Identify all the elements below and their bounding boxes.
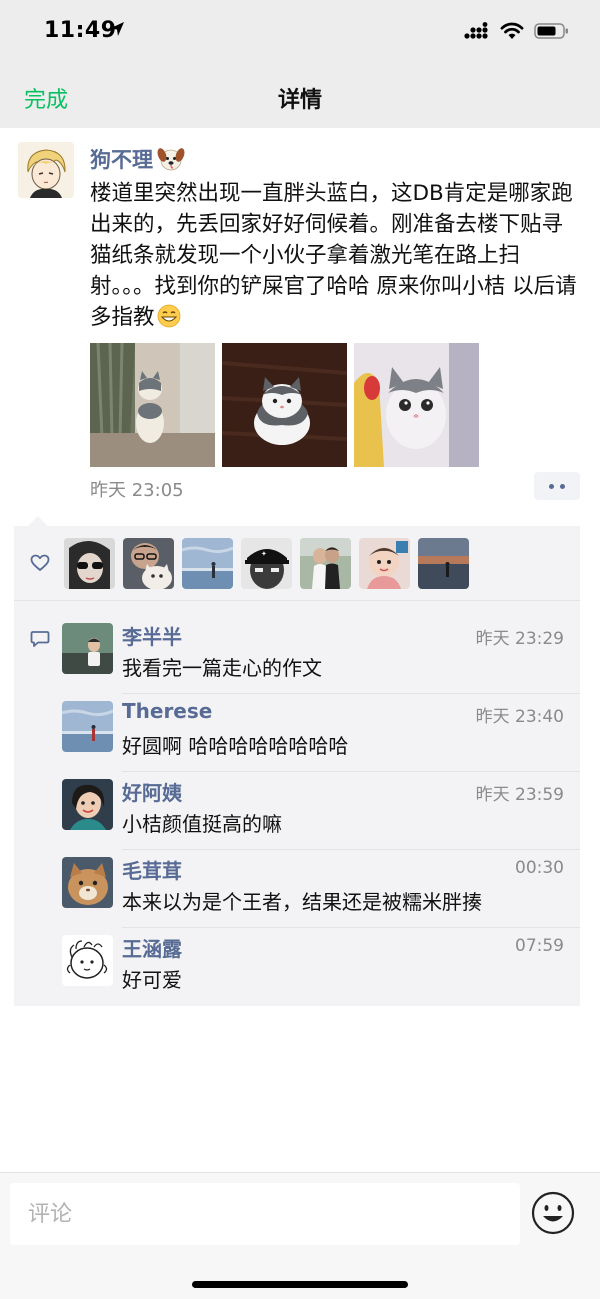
comment-text: 好可爱 bbox=[122, 968, 182, 992]
author-name-row[interactable]: 狗不理 bbox=[90, 144, 185, 174]
post-time: 昨天 23:05 bbox=[90, 480, 184, 501]
couple-wedding-avatar[interactable] bbox=[300, 538, 351, 589]
status-time: 11:49 bbox=[44, 18, 117, 43]
comment-time: 07:59 bbox=[515, 936, 564, 956]
heart-icon bbox=[30, 554, 50, 571]
comment-text: 本来以为是个王者，结果还是被糯米胖揍 bbox=[122, 890, 482, 914]
comment-time: 昨天 23:40 bbox=[475, 707, 564, 727]
commenter-avatar[interactable] bbox=[62, 935, 113, 986]
page-title: 详情 bbox=[277, 88, 322, 113]
cat-on-wood-floor-photo[interactable] bbox=[222, 343, 347, 467]
status-bar: 11:49 bbox=[0, 0, 600, 66]
comment-text: 我看完一篇走心的作文 bbox=[122, 656, 322, 680]
dot-icon bbox=[549, 483, 554, 489]
commenter-avatar[interactable] bbox=[62, 857, 113, 908]
nav-bar: 完成 详情 bbox=[0, 66, 600, 128]
comment-item[interactable]: 好阿姨 昨天 23:59 小桔颜值挺高的嘛 bbox=[62, 772, 580, 850]
cat-by-curtain-photo[interactable] bbox=[90, 343, 215, 467]
battery-icon bbox=[534, 23, 568, 39]
panel-arrow bbox=[28, 516, 48, 526]
likes-row: ✦ bbox=[14, 526, 580, 600]
commenter-avatar[interactable] bbox=[62, 779, 113, 830]
commenter-name[interactable]: 王涵露 bbox=[122, 933, 182, 962]
emoji-button-icon[interactable] bbox=[531, 1191, 575, 1235]
home-indicator bbox=[192, 1281, 408, 1288]
wifi-icon bbox=[500, 22, 524, 39]
likes-divider bbox=[14, 600, 580, 601]
dog-face-emoji-icon bbox=[157, 148, 185, 171]
comment-text: 好圆啊 哈哈哈哈哈哈哈哈 bbox=[122, 734, 349, 758]
beach-blue-avatar[interactable] bbox=[182, 538, 233, 589]
author-name[interactable]: 狗不理 bbox=[90, 144, 153, 174]
comment-input-bar bbox=[0, 1172, 600, 1299]
commenter-name[interactable]: 李半半 bbox=[122, 621, 182, 650]
comment-item[interactable]: 李半半 昨天 23:29 我看完一篇走心的作文 bbox=[62, 616, 580, 694]
comment-item[interactable]: Therese 昨天 23:40 好圆啊 哈哈哈哈哈哈哈哈 bbox=[62, 694, 580, 772]
baby-avatar[interactable] bbox=[359, 538, 410, 589]
comment-text: 小桔颜值挺高的嘛 bbox=[122, 812, 282, 836]
commenter-avatar[interactable] bbox=[62, 701, 113, 752]
comment-time: 昨天 23:29 bbox=[475, 629, 564, 649]
comment-time: 00:30 bbox=[515, 858, 564, 878]
sunglasses-woman-avatar[interactable] bbox=[64, 538, 115, 589]
author-avatar[interactable] bbox=[18, 142, 74, 198]
comment-input[interactable] bbox=[10, 1183, 520, 1245]
man-with-cat-avatar[interactable] bbox=[123, 538, 174, 589]
sunset-silhouette-avatar[interactable] bbox=[418, 538, 469, 589]
location-arrow-icon bbox=[110, 22, 124, 36]
more-actions-button[interactable] bbox=[534, 472, 580, 500]
photo-grid bbox=[90, 343, 479, 467]
comment-item[interactable]: 毛茸茸 00:30 本来以为是个王者，结果还是被糯米胖揍 bbox=[62, 850, 580, 928]
comment-item[interactable]: 王涵露 07:59 好可爱 bbox=[62, 928, 580, 1006]
commenter-name[interactable]: 毛茸茸 bbox=[122, 855, 182, 884]
cellular-signal-icon bbox=[464, 22, 488, 39]
interaction-panel: ✦ 李半半 昨天 23:29 我看完一篇走心的作文 Therese 昨天 23:… bbox=[14, 526, 580, 1006]
dot-icon bbox=[560, 483, 565, 489]
commenter-name[interactable]: 好阿姨 bbox=[122, 777, 182, 806]
cat-with-teddy-photo[interactable] bbox=[354, 343, 479, 467]
comment-bubble-icon bbox=[30, 631, 50, 647]
svg-text:✦: ✦ bbox=[261, 550, 267, 558]
commenter-avatar[interactable] bbox=[62, 623, 113, 674]
post-text-block: 楼道里突然出现一直胖头蓝白，这DB肯定是哪家跑出来的，先丢回家好好伺候着。刚准备… bbox=[90, 178, 584, 333]
grinning-face-emoji-icon bbox=[157, 304, 180, 328]
black-white-cap-avatar[interactable]: ✦ bbox=[241, 538, 292, 589]
comment-time: 昨天 23:59 bbox=[475, 785, 564, 805]
commenter-name[interactable]: Therese bbox=[122, 699, 212, 723]
status-icons bbox=[464, 22, 570, 40]
